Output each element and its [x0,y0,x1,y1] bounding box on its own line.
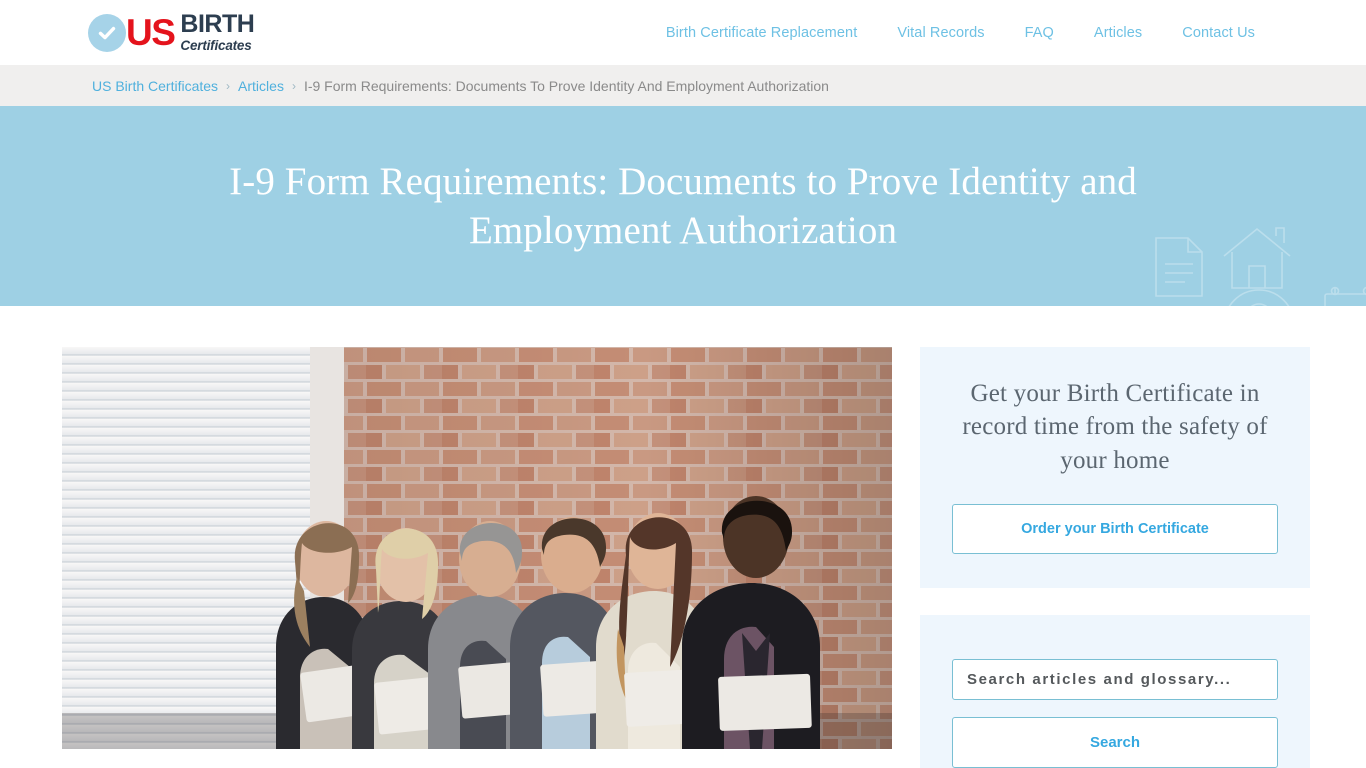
logo-birth-text: BIRTH [180,10,255,39]
logo-certificates-text: Certificates [180,38,252,54]
breadcrumb-item-current: I-9 Form Requirements: Documents To Prov… [303,78,829,94]
search-button[interactable]: Search [952,716,1278,768]
breadcrumb-bar: US Birth Certificates › Articles › I-9 F… [0,65,1366,106]
site-logo[interactable]: US BIRTH Certificates [88,10,255,54]
main-navigation: Birth Certificate Replacement Vital Reco… [666,25,1255,41]
check-circle-icon [88,13,126,52]
search-box: Search [920,614,1310,768]
nav-item-faq[interactable]: FAQ [1025,25,1054,41]
search-input[interactable] [952,658,1278,700]
site-header: US BIRTH Certificates Birth Certificate … [0,0,1366,65]
nav-item-contact-us[interactable]: Contact Us [1182,25,1255,41]
person-icon [1228,289,1290,306]
article-featured-image [62,347,892,749]
house-icon [1223,227,1291,289]
sidebar: Get your Birth Certificate in record tim… [920,347,1310,768]
cta-heading: Get your Birth Certificate in record tim… [962,380,1268,474]
breadcrumb-separator-icon: › [291,79,296,93]
nav-item-vital-records[interactable]: Vital Records [897,25,984,41]
content-area: Get your Birth Certificate in record tim… [0,306,1366,768]
breadcrumb: US Birth Certificates › Articles › I-9 F… [92,78,829,94]
breadcrumb-separator-icon: › [226,79,231,93]
hero-banner: I-9 Form Requirements: Documents to Prov… [0,106,1366,306]
article-column [62,347,892,749]
nav-item-birth-certificate-replacement[interactable]: Birth Certificate Replacement [666,25,857,41]
breadcrumb-item-home[interactable]: US Birth Certificates [92,78,218,94]
calendar-icon [1324,286,1366,306]
cta-box: Get your Birth Certificate in record tim… [920,347,1310,588]
page-title: I-9 Form Requirements: Documents to Prov… [229,159,1137,252]
breadcrumb-item-articles[interactable]: Articles [238,78,284,94]
order-birth-certificate-button[interactable]: Order your Birth Certificate [952,503,1278,554]
nav-item-articles[interactable]: Articles [1094,25,1142,41]
logo-us-text: US [126,12,176,53]
